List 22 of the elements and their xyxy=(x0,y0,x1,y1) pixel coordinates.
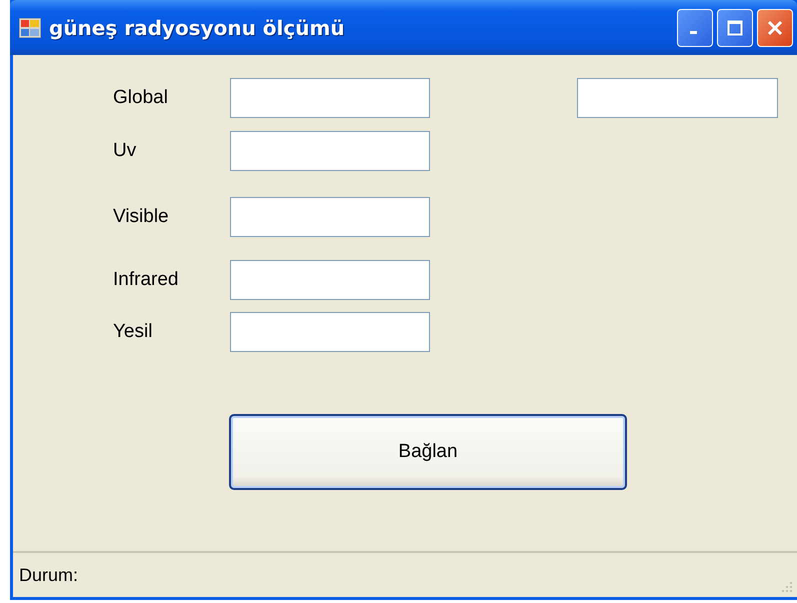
window-title: güneş radyosyonu ölçümü xyxy=(49,16,345,40)
field-label: Uv xyxy=(113,140,138,162)
field-label: Global xyxy=(113,87,169,109)
input-field[interactable] xyxy=(230,260,430,300)
minimize-button[interactable] xyxy=(677,8,713,46)
maximize-button[interactable] xyxy=(717,8,753,46)
input-field[interactable] xyxy=(230,131,430,171)
maximize-icon xyxy=(727,20,743,36)
input-field[interactable] xyxy=(230,78,430,118)
resize-grip-icon xyxy=(781,581,793,593)
status-text: Durum: xyxy=(19,564,78,586)
minimize-icon xyxy=(690,31,696,34)
input-field[interactable] xyxy=(230,312,430,352)
field-label: Visible xyxy=(113,206,170,228)
app-icon xyxy=(19,18,41,38)
input-field[interactable] xyxy=(577,78,778,118)
input-field[interactable] xyxy=(230,197,430,237)
close-button[interactable] xyxy=(757,8,793,46)
field-label: Yesil xyxy=(113,321,154,343)
connect-button[interactable]: Bağlan xyxy=(229,414,627,490)
field-label: Infrared xyxy=(113,269,180,291)
close-icon xyxy=(767,20,783,36)
